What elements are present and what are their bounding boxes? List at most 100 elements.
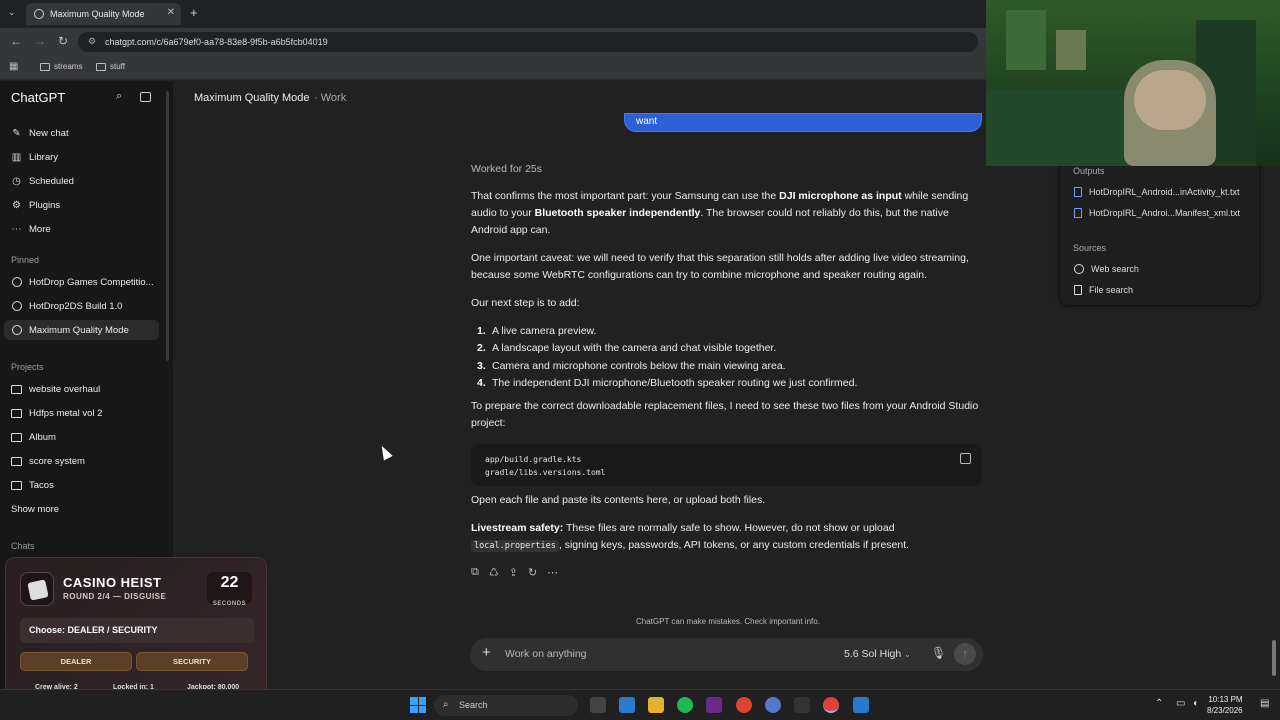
list-item: 4. The independent DJI microphone/Bluetoo… bbox=[477, 377, 858, 389]
project-item[interactable]: Tacos bbox=[4, 475, 159, 495]
assistant-paragraph: To prepare the correct downloadable repl… bbox=[471, 400, 979, 429]
dice-icon bbox=[20, 572, 54, 606]
list-item: 1. A live camera preview. bbox=[477, 325, 597, 337]
disclaimer-text: ChatGPT can make mistakes. Check importa… bbox=[636, 617, 820, 626]
sidebar-scrollbar[interactable] bbox=[166, 91, 169, 361]
chrome-icon[interactable] bbox=[736, 697, 752, 713]
vscode-icon[interactable] bbox=[853, 697, 869, 713]
webcam-overlay bbox=[986, 0, 1280, 166]
file-icon bbox=[1074, 285, 1082, 295]
reload-icon[interactable]: ↻ bbox=[58, 34, 68, 48]
project-item[interactable]: Hdfps metal vol 2 bbox=[4, 403, 159, 423]
list-item: 2. A landscape layout with the camera and… bbox=[477, 342, 777, 354]
assistant-paragraph: Our next step is to add: bbox=[471, 297, 580, 309]
list-item: 3. Camera and microphone controls below t… bbox=[477, 360, 786, 372]
copy-icon[interactable]: ⧉ bbox=[471, 566, 479, 579]
bookmark-stuff[interactable]: stuff bbox=[96, 62, 125, 71]
notes-icon[interactable] bbox=[619, 697, 635, 713]
search-icon[interactable]: ⌕ bbox=[116, 90, 122, 103]
add-attachment-icon[interactable]: + bbox=[482, 644, 491, 661]
output-file[interactable]: HotDropIRL_Android...inActivity_kt.txt bbox=[1074, 187, 1240, 197]
network-icon[interactable]: ▭ bbox=[1176, 698, 1185, 709]
main-scrollbar[interactable] bbox=[1272, 640, 1276, 676]
sources-header: Sources bbox=[1073, 243, 1107, 253]
sidebar-item-scheduled[interactable]: ◷ Scheduled bbox=[4, 171, 159, 191]
folder-icon bbox=[96, 62, 106, 71]
project-item[interactable]: Album bbox=[4, 427, 159, 447]
more-icon[interactable]: ⋯ bbox=[547, 566, 558, 579]
chat-bubble-icon bbox=[11, 301, 22, 311]
microphone-icon[interactable]: 🎙 bbox=[931, 646, 946, 660]
apps-grid-icon[interactable]: ▦ bbox=[9, 61, 18, 72]
assistant-paragraph: One important caveat: we will need to ve… bbox=[471, 252, 969, 281]
folder-icon bbox=[40, 62, 50, 71]
pinned-chat-active[interactable]: Maximum Quality Mode bbox=[4, 320, 159, 340]
chevron-down-icon: ⌄ bbox=[904, 650, 911, 659]
system-clock[interactable]: 10:13 PM 8/23/2026 bbox=[1207, 694, 1243, 716]
prompt-input[interactable]: Work on anything bbox=[505, 648, 587, 660]
chat-title[interactable]: Maximum Quality Mode bbox=[194, 92, 310, 104]
url-text: chatgpt.com/c/6a679ef0-aa78-83e8-9f5b-a6… bbox=[105, 37, 328, 47]
copy-code-icon[interactable] bbox=[960, 453, 971, 464]
sidebar-item-more[interactable]: ⋯ More bbox=[4, 219, 159, 239]
output-file[interactable]: HotDropIRL_Androi...Manifest_xml.txt bbox=[1074, 208, 1240, 218]
file-explorer-icon[interactable] bbox=[648, 697, 664, 713]
close-tab-icon[interactable]: ✕ bbox=[167, 7, 175, 18]
game-title: CASINO HEIST bbox=[63, 575, 162, 590]
pinned-chat[interactable]: HotDrop2DS Build 1.0 bbox=[4, 296, 159, 316]
feedback-icon[interactable]: ♺ bbox=[489, 566, 499, 579]
share-icon[interactable]: ⇪ bbox=[509, 566, 518, 579]
countdown-timer: 22 SECONDS bbox=[207, 572, 252, 607]
dealer-option[interactable]: DEALER bbox=[20, 652, 132, 671]
browser-tab[interactable]: Maximum Quality Mode ✕ bbox=[26, 3, 181, 25]
spotify-icon[interactable] bbox=[677, 697, 693, 713]
clock-icon: ◷ bbox=[12, 175, 21, 187]
bookmark-streams[interactable]: streams bbox=[40, 62, 82, 71]
library-icon: ▥ bbox=[11, 151, 22, 163]
chrome-active-icon[interactable] bbox=[823, 697, 839, 713]
sidebar-item-plugins[interactable]: ⚙ Plugins bbox=[4, 195, 159, 215]
notifications-icon[interactable]: ▤ bbox=[1260, 698, 1269, 709]
forward-icon[interactable]: → bbox=[34, 34, 46, 48]
search-icon: ⌕ bbox=[443, 699, 449, 710]
project-item[interactable]: website overhaul bbox=[4, 379, 159, 399]
folder-icon bbox=[11, 456, 22, 466]
regenerate-icon[interactable]: ↻ bbox=[528, 566, 537, 579]
model-selector[interactable]: 5.6 Sol High ⌄ bbox=[844, 648, 911, 660]
source-file-search[interactable]: File search bbox=[1074, 285, 1133, 295]
more-icon: ⋯ bbox=[11, 223, 22, 235]
sidebar-item-library[interactable]: ▥ Library bbox=[4, 147, 159, 167]
chat-project[interactable]: · Work bbox=[314, 92, 346, 104]
sidebar-item-new-chat[interactable]: ✎ New chat bbox=[4, 123, 159, 143]
round-label: ROUND 2/4 — DISGUISE bbox=[63, 592, 167, 601]
send-button[interactable]: ↑ bbox=[954, 643, 976, 665]
back-icon[interactable]: ← bbox=[10, 34, 22, 48]
tray-chevron-icon[interactable]: ⌃ bbox=[1155, 698, 1163, 709]
app-icon[interactable] bbox=[706, 697, 722, 713]
outputs-header: Outputs bbox=[1073, 166, 1105, 176]
pinned-chat[interactable]: HotDrop Games Competitio... bbox=[4, 272, 159, 292]
new-tab-icon[interactable]: + bbox=[190, 5, 198, 20]
show-more-link[interactable]: Show more bbox=[4, 499, 159, 519]
code-block: app/build.gradle.kts gradle/libs.version… bbox=[471, 444, 982, 486]
chatgpt-favicon-icon bbox=[34, 9, 44, 19]
tab-list-icon[interactable]: ⌄ bbox=[8, 7, 16, 18]
worked-for-label[interactable]: Worked for 25s bbox=[471, 161, 985, 178]
chat-bubble-icon bbox=[11, 325, 22, 335]
taskbar-search[interactable]: ⌕ Search bbox=[434, 695, 578, 716]
app-logo[interactable]: ChatGPT bbox=[11, 90, 65, 105]
folder-icon bbox=[11, 432, 22, 442]
assistant-paragraph: Livestream safety: These files are norma… bbox=[471, 522, 910, 552]
folder-icon bbox=[11, 480, 22, 490]
task-view-icon[interactable] bbox=[590, 697, 606, 713]
url-field[interactable]: ⚙ chatgpt.com/c/6a679ef0-aa78-83e8-9f5b-… bbox=[78, 32, 978, 52]
windows-start-icon[interactable] bbox=[410, 697, 426, 713]
terminal-icon[interactable] bbox=[794, 697, 810, 713]
site-info-icon[interactable]: ⚙ bbox=[88, 36, 96, 47]
source-web-search[interactable]: Web search bbox=[1074, 264, 1139, 274]
volume-icon[interactable]: ◖ bbox=[1192, 698, 1198, 709]
security-option[interactable]: SECURITY bbox=[136, 652, 248, 671]
android-studio-icon[interactable] bbox=[765, 697, 781, 713]
toggle-sidebar-icon[interactable] bbox=[140, 92, 151, 102]
project-item[interactable]: score system bbox=[4, 451, 159, 471]
